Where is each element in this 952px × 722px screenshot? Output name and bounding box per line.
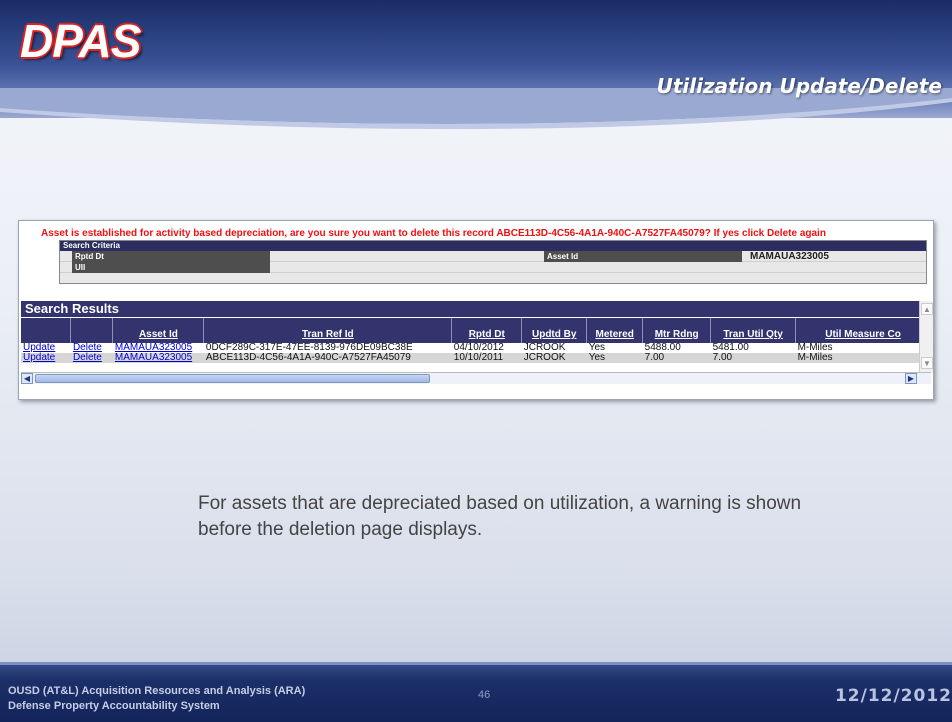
- slide-header: DPAS Utilization Update/Delete: [0, 0, 952, 130]
- col-rptd-dt[interactable]: Rptd Dt: [451, 318, 523, 343]
- col-delete: [70, 318, 114, 343]
- table-row: Update Delete MAMAUA323005 ABCE113D-4C56…: [21, 353, 931, 363]
- rptd-dt-label: Rptd Dt: [72, 251, 270, 262]
- dpas-logo: DPAS: [20, 15, 141, 67]
- updtd-by-cell: JCROOK: [521, 353, 587, 363]
- app-screenshot: Asset is established for activity based …: [18, 220, 934, 400]
- col-asset-id[interactable]: Asset Id: [112, 318, 205, 343]
- slide-footer: OUSD (AT&L) Acquisition Resources and An…: [0, 662, 952, 722]
- col-util-measure[interactable]: Util Measure Co: [795, 318, 931, 343]
- col-tran-ref-id[interactable]: Tran Ref Id: [203, 318, 453, 343]
- page-number: 46: [478, 689, 491, 701]
- table-header-row: Asset Id Tran Ref Id Rptd Dt Updtd By Me…: [21, 318, 931, 343]
- col-tran-util-qty[interactable]: Tran Util Qty: [710, 318, 797, 343]
- metered-cell: Yes: [586, 353, 643, 363]
- organization-name: OUSD (AT&L) Acquisition Resources and An…: [8, 684, 305, 714]
- rptd-dt-cell: 10/10/2011: [451, 353, 522, 363]
- asset-id-value: MAMAUA323005: [750, 251, 829, 262]
- results-table: Asset Id Tran Ref Id Rptd Dt Updtd By Me…: [21, 318, 931, 363]
- tran-ref-id-cell: ABCE113D-4C56-4A1A-940C-A7527FA45079: [203, 353, 452, 363]
- delete-link[interactable]: Delete: [73, 352, 102, 363]
- org-line-2: Defense Property Accountability System: [8, 700, 220, 712]
- search-results-grid: Asset Id Tran Ref Id Rptd Dt Updtd By Me…: [21, 318, 931, 370]
- mtr-rdng-cell: 7.00: [642, 353, 711, 363]
- footer-divider: [0, 662, 952, 665]
- asset-id-link[interactable]: MAMAUA323005: [115, 352, 192, 363]
- scroll-up-icon[interactable]: ▲: [921, 303, 933, 315]
- col-update: [21, 318, 72, 343]
- slide-caption: For assets that are depreciated based on…: [198, 493, 802, 540]
- search-criteria-panel: Search Criteria Rptd Dt Asset Id MAMAUA3…: [59, 240, 927, 284]
- update-link[interactable]: Update: [23, 352, 55, 363]
- asset-id-label: Asset Id: [544, 251, 742, 262]
- uii-label: UII: [72, 262, 270, 273]
- slide-date: 12/12/2012: [834, 686, 952, 706]
- slide-title: Utilization Update/Delete: [656, 74, 942, 98]
- col-mtr-rdng[interactable]: Mtr Rdng: [642, 318, 712, 343]
- search-results-title: Search Results: [21, 301, 931, 317]
- scroll-right-icon[interactable]: ▶: [905, 373, 917, 384]
- horizontal-scrollbar[interactable]: ◀ ▶: [21, 372, 931, 384]
- col-updtd-by[interactable]: Updtd By: [521, 318, 588, 343]
- criteria-row-uii: UII: [60, 262, 926, 273]
- org-line-1: OUSD (AT&L) Acquisition Resources and An…: [8, 685, 306, 697]
- col-metered[interactable]: Metered: [586, 318, 644, 343]
- criteria-row-rptd-asset: Rptd Dt Asset Id MAMAUA323005: [60, 251, 926, 262]
- vertical-scrollbar[interactable]: ▲ ▼: [919, 301, 933, 373]
- scroll-down-icon[interactable]: ▼: [921, 357, 933, 369]
- search-criteria-title: Search Criteria: [60, 241, 926, 251]
- tran-util-qty-cell: 7.00: [710, 353, 796, 363]
- slide: DPAS Utilization Update/Delete Asset is …: [0, 0, 952, 722]
- delete-warning-message: Asset is established for activity based …: [41, 228, 826, 239]
- util-measure-cell: M-Miles: [795, 353, 931, 363]
- scroll-thumb[interactable]: [35, 374, 430, 383]
- scroll-left-icon[interactable]: ◀: [21, 373, 33, 384]
